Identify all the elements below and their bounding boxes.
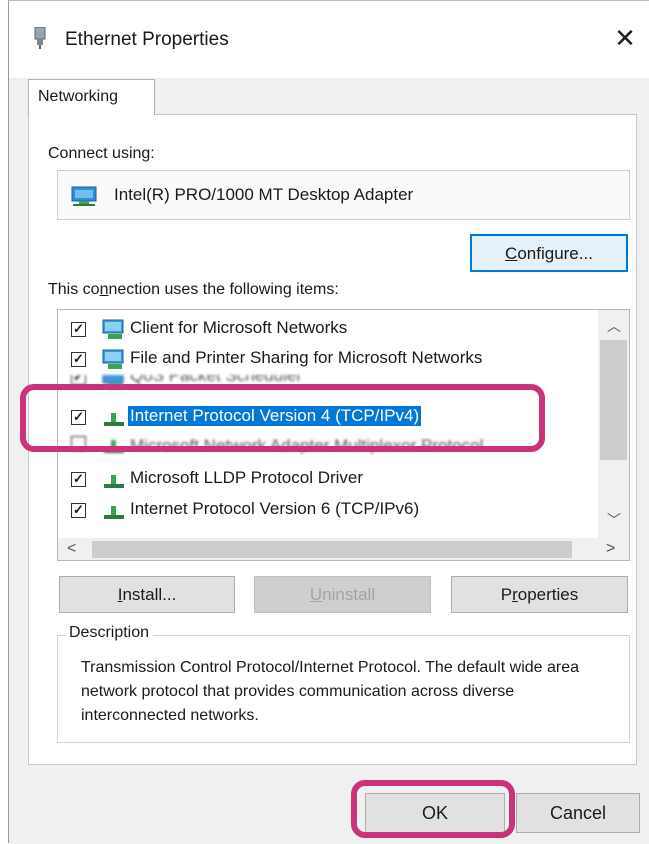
protocol-icon: [102, 473, 126, 494]
network-share-icon: [102, 349, 126, 376]
cancel-button[interactable]: Cancel: [516, 793, 640, 833]
uninstall-button[interactable]: Uninstall: [254, 576, 431, 613]
ok-button[interactable]: OK: [365, 793, 505, 833]
adapter-name: Intel(R) PRO/1000 MT Desktop Adapter: [114, 185, 414, 204]
item-checkbox[interactable]: ✓: [71, 352, 86, 367]
network-client-icon: [102, 319, 126, 346]
install-button[interactable]: Install...: [59, 576, 235, 613]
scroll-up-icon[interactable]: ︿: [607, 316, 621, 336]
configure-button[interactable]: Configure...: [470, 234, 628, 272]
properties-window: Ethernet Properties ✕ Networking Connect…: [8, 0, 649, 844]
protocol-icon: [102, 411, 126, 432]
item-checkbox[interactable]: ✓: [71, 472, 86, 487]
list-item[interactable]: Microsoft Network Adapter Multiplexor Pr…: [58, 436, 598, 454]
adapter-field: Intel(R) PRO/1000 MT Desktop Adapter: [57, 170, 630, 220]
properties-label-pre: P: [500, 585, 513, 604]
item-label: Internet Protocol Version 4 (TCP/IPv4): [128, 406, 422, 426]
item-label: Microsoft Network Adapter Multiplexor Pr…: [130, 436, 484, 454]
properties-label-post: operties: [517, 585, 579, 604]
list-item[interactable]: ✓ File and Printer Sharing for Microsoft…: [58, 345, 598, 375]
networking-panel: Connect using: Intel(R) PRO/1000 MT Desk…: [28, 114, 637, 765]
window-title: Ethernet Properties: [65, 29, 229, 50]
item-checkbox[interactable]: ✓: [71, 322, 86, 337]
protocol-icon: [102, 438, 126, 454]
items-label-post: nection uses the following items:: [108, 281, 339, 298]
uninstall-label-ul: U: [309, 585, 323, 604]
scroll-right-icon[interactable]: >: [606, 540, 615, 558]
horizontal-scrollbar[interactable]: < >: [58, 538, 629, 560]
list-item[interactable]: ✓ Client for Microsoft Networks: [58, 315, 598, 345]
connect-using-label: Connect using:: [48, 145, 155, 162]
network-adapter-icon: [71, 185, 97, 212]
horizontal-scroll-thumb[interactable]: [92, 541, 572, 558]
items-label-pre: This co: [48, 281, 100, 298]
items-listbox[interactable]: ✓ Client for Microsoft Networks ✓ File a…: [57, 309, 630, 561]
description-text: Transmission Control Protocol/Internet P…: [81, 659, 580, 724]
item-checkbox[interactable]: ✓: [71, 503, 86, 518]
description-label: Description: [65, 624, 154, 642]
close-button[interactable]: ✕: [607, 21, 643, 57]
scroll-left-icon[interactable]: <: [67, 540, 76, 558]
uninstall-label-post: ninstall: [322, 585, 376, 604]
title-bar[interactable]: Ethernet Properties ✕: [9, 15, 649, 63]
item-label: QoS Packet Scheduler: [130, 375, 302, 385]
item-label: Client for Microsoft Networks: [130, 318, 348, 337]
items-label: This connection uses the following items…: [48, 281, 339, 299]
network-service-icon: [102, 375, 126, 395]
properties-button[interactable]: Properties: [451, 576, 628, 613]
scroll-down-icon[interactable]: ﹀: [607, 510, 621, 530]
list-item[interactable]: ✓ Internet Protocol Version 6 (TCP/IPv6): [58, 496, 598, 526]
tab-networking[interactable]: Networking: [28, 79, 155, 115]
configure-label-post: onfigure...: [517, 244, 593, 263]
configure-label-ul: C: [505, 244, 518, 263]
item-label: Internet Protocol Version 6 (TCP/IPv6): [130, 499, 420, 518]
list-item[interactable]: ✓ QoS Packet Scheduler: [58, 375, 598, 395]
protocol-icon: [102, 504, 126, 525]
vertical-scrollbar[interactable]: ︿ ﹀: [598, 310, 629, 538]
list-item-selected[interactable]: ✓ Internet Protocol Version 4 (TCP/IPv4): [58, 403, 598, 433]
item-checkbox[interactable]: ✓: [71, 375, 86, 385]
vertical-scroll-thumb[interactable]: [600, 340, 627, 460]
item-checkbox[interactable]: [71, 436, 86, 451]
item-label: Microsoft LLDP Protocol Driver: [130, 468, 364, 487]
adapter-title-icon: [33, 26, 47, 49]
item-label: File and Printer Sharing for Microsoft N…: [130, 348, 483, 367]
install-label-post: nstall...: [122, 585, 177, 604]
item-checkbox[interactable]: ✓: [71, 410, 86, 425]
list-item[interactable]: ✓ Microsoft LLDP Protocol Driver: [58, 465, 598, 495]
